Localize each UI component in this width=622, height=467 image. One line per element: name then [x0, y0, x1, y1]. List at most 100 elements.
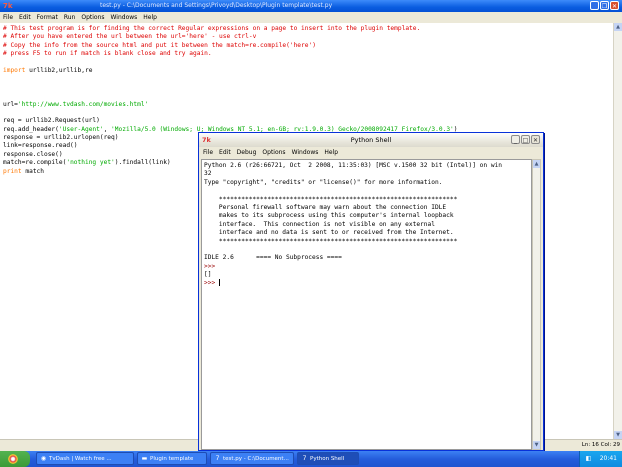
shell-line: >>> — [204, 279, 530, 287]
code-token: 'User-Agent' — [58, 125, 104, 133]
code-token: response = urllib2.urlopen(req) — [3, 134, 119, 142]
code-token: req.add_header( — [3, 125, 59, 133]
shell-line: Personal firewall software may warn abou… — [204, 204, 530, 212]
shell-line: 32 — [204, 170, 530, 178]
code-token: req = urllib2.Request(url) — [3, 117, 100, 125]
shell-line: ****************************************… — [204, 196, 530, 204]
editor-titlebar[interactable]: 7k test.py - C:\Documents and Settings\P… — [0, 0, 622, 12]
scroll-down-icon[interactable]: ▼ — [614, 431, 622, 439]
idle-icon: 7 — [302, 455, 307, 462]
shell-token: 32 — [204, 170, 212, 178]
shell-token: Python 2.6 (r26:66721, Oct 2 2008, 11:35… — [204, 162, 503, 169]
shell-line: interface. This connection is not visibl… — [204, 221, 530, 229]
idle-icon: 7 — [215, 455, 220, 462]
code-token: response.close() — [3, 150, 63, 158]
shell-title: Python Shell — [350, 136, 392, 144]
shell-token: interface. This connection is not visibl… — [204, 220, 435, 228]
shell-token: Type "copyright", "credits" or "license(… — [204, 178, 443, 186]
code-line: url='http://www.tvdash.com/movies.html' — [3, 101, 613, 109]
shell-token: IDLE 2.6 ==== No Subprocess ==== — [204, 254, 342, 262]
minimize-icon[interactable]: _ — [511, 135, 520, 144]
firefox-icon: ◉ — [40, 455, 47, 462]
shell-token: >>> — [204, 279, 219, 287]
code-token: # This test program is for finding the c… — [3, 25, 421, 32]
code-token: match — [21, 167, 44, 175]
code-token: ).findall(link) — [114, 159, 171, 167]
code-line: # Copy the info from the source html and… — [3, 42, 613, 50]
menu-options[interactable]: Options — [81, 12, 104, 23]
menu-edit[interactable]: Edit — [219, 147, 231, 158]
taskbar-button-label: Plugin template — [150, 455, 194, 462]
shell-line: >>> — [204, 263, 530, 271]
shell-line: Type "copyright", "credits" or "license(… — [204, 179, 530, 187]
shell-output[interactable]: Python 2.6 (r26:66721, Oct 2 2008, 11:35… — [201, 159, 532, 450]
code-token: # press F5 to run if match is blank clos… — [3, 50, 212, 58]
code-line: req = urllib2.Request(url) — [3, 117, 613, 125]
taskbar-button[interactable]: ◉ TvDash | Watch free ... — [36, 452, 134, 465]
shell-token: [] — [204, 271, 212, 279]
shell-token: ****************************************… — [204, 195, 458, 203]
code-token: url= — [3, 100, 18, 108]
code-token: print — [3, 167, 22, 175]
menu-help[interactable]: Help — [324, 147, 338, 158]
shell-line: [] — [204, 271, 530, 279]
shell-scrollbar[interactable]: ▲ ▼ — [532, 159, 541, 450]
scroll-down-icon[interactable]: ▼ — [533, 441, 540, 449]
taskbar-button-label: TvDash | Watch free ... — [49, 455, 112, 462]
close-icon[interactable]: ✕ — [531, 135, 540, 144]
cursor-position: Ln: 16 Col: 29 — [581, 442, 620, 448]
code-token: urllib2,urllib,re — [25, 66, 93, 74]
close-icon[interactable]: ✕ — [610, 1, 619, 10]
shell-titlebar[interactable]: 7k Python Shell _ □ ✕ — [199, 133, 543, 148]
menu-options[interactable]: Options — [262, 147, 285, 158]
code-line: # This test program is for finding the c… — [3, 25, 613, 33]
shell-menubar: File Edit Debug Options Windows Help — [199, 147, 543, 158]
shell-line: IDLE 2.6 ==== No Subprocess ==== — [204, 254, 530, 262]
minimize-icon[interactable]: _ — [590, 1, 599, 10]
taskbar: ◉ TvDash | Watch free ... ▬ Plugin template… — [0, 451, 622, 467]
shell-console[interactable]: Python 2.6 (r26:66721, Oct 2 2008, 11:35… — [204, 162, 530, 288]
code-token: , — [103, 125, 112, 133]
menu-format[interactable]: Format — [37, 12, 58, 23]
menu-debug[interactable]: Debug — [237, 147, 257, 158]
menu-file[interactable]: File — [203, 147, 213, 158]
shell-token: ****************************************… — [204, 237, 458, 245]
taskbar-button[interactable]: 7 Python Shell — [297, 452, 359, 465]
code-token: match=re.compile( — [3, 159, 67, 167]
editor-scrollbar[interactable]: ▲ ▼ — [613, 23, 622, 439]
task-list: ◉ TvDash | Watch free ... ▬ Plugin template… — [36, 452, 359, 465]
shell-token: makes to its subprocess using this compu… — [204, 212, 454, 220]
shell-line: interface and no data is sent to or rece… — [204, 229, 530, 237]
code-token: import — [3, 66, 26, 74]
maximize-icon[interactable]: □ — [521, 135, 530, 144]
taskbar-button[interactable]: 7 test.py - C:\Document... — [210, 452, 294, 465]
menu-help[interactable]: Help — [143, 12, 157, 23]
text-cursor — [218, 279, 220, 287]
code-token: 'nothing yet' — [66, 159, 115, 167]
shell-token: Personal firewall software may warn abou… — [204, 203, 447, 211]
menu-run[interactable]: Run — [64, 12, 76, 23]
restore-icon[interactable]: ❐ — [600, 1, 609, 10]
menu-windows[interactable]: Windows — [292, 147, 319, 158]
menu-edit[interactable]: Edit — [19, 12, 31, 23]
taskbar-button-label: test.py - C:\Document... — [223, 455, 289, 462]
taskbar-button[interactable]: ▬ Plugin template — [137, 452, 207, 465]
network-icon[interactable]: ◧ — [585, 455, 592, 462]
idle-icon: 7k — [3, 2, 13, 10]
editor-title: test.py - C:\Documents and Settings\Priv… — [100, 2, 333, 9]
clock[interactable]: 20:41 — [600, 451, 617, 467]
menu-file[interactable]: File — [3, 12, 13, 23]
scroll-up-icon[interactable]: ▲ — [533, 160, 540, 168]
scroll-up-icon[interactable]: ▲ — [614, 23, 622, 31]
code-token: # Copy the info from the source html and… — [3, 41, 316, 49]
menu-windows[interactable]: Windows — [111, 12, 138, 23]
start-button[interactable] — [0, 451, 30, 467]
python-shell-window: 7k Python Shell _ □ ✕ File Edit Debug Op… — [198, 132, 544, 451]
